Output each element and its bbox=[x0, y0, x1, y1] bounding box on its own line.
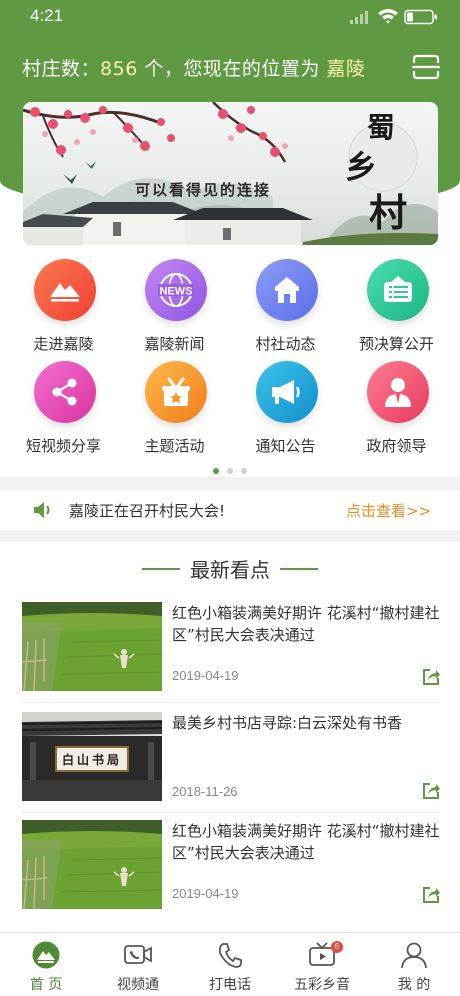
news-item[interactable]: 红色小箱装满美好期许 花溪村“撤村建社区”村民大会表决通过 2019-04-19 bbox=[22, 602, 440, 698]
activity-star-icon bbox=[145, 361, 207, 423]
news-title: 红色小箱装满美好期许 花溪村“撤村建社区”村民大会表决通过 bbox=[172, 822, 440, 862]
location-name[interactable]: 嘉陵 bbox=[326, 58, 365, 80]
feature-grid: 走进嘉陵 NEWS 嘉陵新闻 村社动态 预决算公开 短视频分享 主题活动 通知公… bbox=[0, 245, 460, 477]
banner-title-char: 蜀 bbox=[367, 111, 396, 144]
tab-video-call[interactable]: 视频通 bbox=[92, 933, 184, 996]
tab-mine[interactable]: 我 的 bbox=[368, 933, 460, 996]
page-dot[interactable] bbox=[241, 468, 247, 474]
battery-icon bbox=[404, 9, 437, 25]
notification-badge: 6 bbox=[331, 941, 343, 953]
wifi-icon bbox=[378, 9, 398, 24]
page-dot[interactable] bbox=[227, 468, 233, 474]
location-mid: 个，您现在的位置为 bbox=[137, 58, 327, 80]
mountain-icon bbox=[34, 259, 96, 321]
news-divider bbox=[22, 812, 440, 813]
video-call-icon bbox=[124, 945, 152, 964]
grid-label: 主题活动 bbox=[144, 437, 205, 455]
share-icon bbox=[34, 361, 96, 423]
leader-icon bbox=[367, 361, 429, 423]
grid-item-notices[interactable]: 通知公告 bbox=[228, 349, 343, 455]
grid-item-jialing-news[interactable]: NEWS 嘉陵新闻 bbox=[117, 247, 232, 353]
news-thumbnail bbox=[22, 602, 162, 691]
village-location-text: 村庄数：856 个，您现在的位置为 嘉陵 bbox=[22, 54, 365, 81]
tab-label: 我 的 bbox=[397, 977, 431, 993]
grid-page-indicator bbox=[0, 459, 460, 478]
home-mountain-icon bbox=[32, 941, 60, 969]
phone-icon bbox=[218, 943, 242, 968]
megaphone-icon bbox=[256, 361, 318, 423]
notice-view-link[interactable]: 点击查看>> bbox=[346, 500, 431, 521]
news-date: 2018-11-26 bbox=[172, 784, 238, 799]
news-title: 红色小箱装满美好期许 花溪村“撤村建社区”村民大会表决通过 bbox=[172, 604, 440, 644]
notice-board-icon bbox=[367, 259, 429, 321]
news-date: 2019-04-19 bbox=[172, 886, 239, 901]
user-icon bbox=[401, 942, 427, 969]
tab-label: 打电话 bbox=[209, 977, 251, 993]
status-time: 4:21 bbox=[30, 6, 64, 25]
news-item[interactable]: 白山书局 最美乡村书店寻踪:白云深处有书香 2018-11-26 bbox=[22, 712, 440, 808]
grid-item-village-updates[interactable]: 村社动态 bbox=[228, 247, 343, 353]
latest-news-section: 最新看点 红色小箱装满美好期许 花溪村“撤村建社区”村民大会表决通过 2019-… bbox=[0, 542, 460, 932]
signal-icon bbox=[350, 11, 368, 24]
scan-icon[interactable] bbox=[412, 54, 440, 80]
location-prefix: 村庄数： bbox=[22, 58, 101, 80]
house-icon bbox=[256, 259, 318, 321]
notice-text: 嘉陵正在召开村民大会! bbox=[69, 502, 226, 520]
grid-label: 政府领导 bbox=[366, 437, 427, 455]
grid-item-government-leaders[interactable]: 政府领导 bbox=[339, 349, 454, 455]
bookstore-sign-text: 白山书局 bbox=[62, 752, 122, 767]
grid-label: 通知公告 bbox=[255, 437, 316, 455]
page-dot[interactable] bbox=[213, 468, 219, 474]
village-count: 856 bbox=[100, 58, 138, 80]
speaker-icon bbox=[34, 502, 50, 518]
section-title-text: 最新看点 bbox=[190, 558, 270, 582]
status-bar: 4:21 bbox=[0, 0, 460, 34]
tab-phone-call[interactable]: 打电话 bbox=[184, 933, 276, 996]
bottom-tab-bar: 首 页 视频通 打电话 6 五彩乡音 我 的 bbox=[0, 932, 460, 996]
title-divider bbox=[280, 568, 318, 570]
tab-label: 视频通 bbox=[117, 977, 159, 993]
banner-title: 蜀 乡 村 bbox=[343, 106, 423, 236]
grid-label: 短视频分享 bbox=[25, 437, 101, 455]
banner-title-char: 村 bbox=[369, 190, 408, 235]
share-out-icon[interactable] bbox=[422, 782, 440, 800]
grid-item-theme-activities[interactable]: 主题活动 bbox=[117, 349, 232, 455]
section-title: 最新看点 bbox=[0, 554, 460, 582]
banner-carousel[interactable]: 可以看得见的连接 蜀 乡 村 bbox=[23, 102, 438, 245]
news-thumbnail bbox=[22, 820, 162, 909]
tab-label: 五彩乡音 bbox=[294, 977, 350, 993]
news-title: 最美乡村书店寻踪:白云深处有书香 bbox=[172, 714, 403, 732]
notice-bar[interactable]: 嘉陵正在召开村民大会! 点击查看>> bbox=[0, 490, 460, 530]
tab-colorful-village-voice[interactable]: 6 五彩乡音 bbox=[276, 933, 368, 996]
banner-slogan: 可以看得见的连接 bbox=[135, 181, 272, 199]
tab-home[interactable]: 首 页 bbox=[0, 933, 92, 996]
share-out-icon[interactable] bbox=[422, 886, 440, 904]
news-globe-icon: NEWS bbox=[145, 259, 207, 321]
tab-label: 首 页 bbox=[29, 977, 63, 993]
news-badge-text: NEWS bbox=[160, 286, 193, 298]
grid-item-budget-disclosure[interactable]: 预决算公开 bbox=[339, 247, 454, 353]
header: 4:21 村庄数：856 个，您现在的位置为 嘉陵 可以看得见的连接 蜀 乡 村 bbox=[0, 0, 460, 245]
news-thumbnail: 白山书局 bbox=[22, 712, 162, 801]
title-divider bbox=[142, 568, 180, 570]
grid-item-short-video[interactable]: 短视频分享 bbox=[6, 349, 121, 455]
news-divider bbox=[22, 702, 440, 703]
news-date: 2019-04-19 bbox=[172, 668, 239, 683]
grid-item-explore-jialing[interactable]: 走进嘉陵 bbox=[6, 247, 121, 353]
news-item[interactable]: 红色小箱装满美好期许 花溪村“撤村建社区”村民大会表决通过 2019-04-19 bbox=[22, 820, 440, 916]
share-out-icon[interactable] bbox=[422, 668, 440, 686]
